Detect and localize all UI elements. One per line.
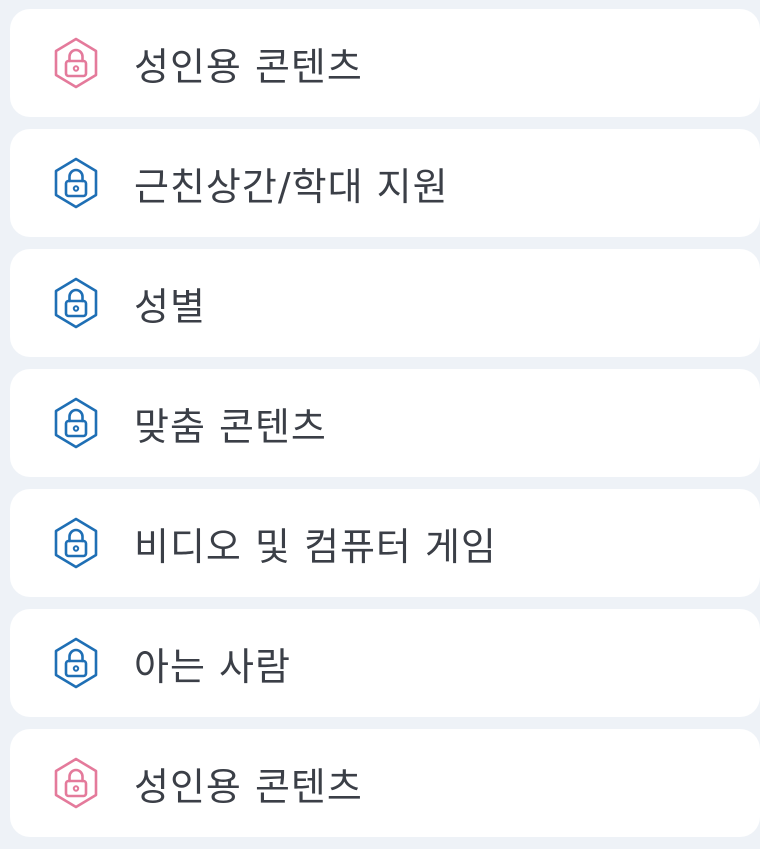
category-list: 성인용 콘텐츠 근친상간/학대 지원 성별 맞춤 콘텐츠 비디오 및 컴퓨터 게… (10, 9, 760, 849)
pink-lock-icon (48, 35, 104, 91)
blue-lock-icon (48, 635, 104, 691)
category-item-acquaintances[interactable]: 아는 사람 (10, 609, 760, 717)
category-item-video-computer-games[interactable]: 비디오 및 컴퓨터 게임 (10, 489, 760, 597)
category-item-adult-content-2[interactable]: 성인용 콘텐츠 (10, 729, 760, 837)
category-label: 근친상간/학대 지원 (134, 164, 449, 209)
category-label: 아는 사람 (134, 644, 291, 689)
blue-lock-icon (48, 275, 104, 331)
blue-lock-icon (48, 395, 104, 451)
blue-lock-icon (48, 155, 104, 211)
category-label: 성인용 콘텐츠 (134, 44, 363, 89)
category-item-incest-abuse-support[interactable]: 근친상간/학대 지원 (10, 129, 760, 237)
category-label: 비디오 및 컴퓨터 게임 (134, 524, 497, 569)
pink-lock-icon (48, 755, 104, 811)
blue-lock-icon (48, 515, 104, 571)
category-item-gender[interactable]: 성별 (10, 249, 760, 357)
category-item-custom-content[interactable]: 맞춤 콘텐츠 (10, 369, 760, 477)
category-label: 맞춤 콘텐츠 (134, 404, 327, 449)
category-label: 성인용 콘텐츠 (134, 764, 363, 809)
category-item-adult-content[interactable]: 성인용 콘텐츠 (10, 9, 760, 117)
category-label: 성별 (134, 284, 206, 329)
